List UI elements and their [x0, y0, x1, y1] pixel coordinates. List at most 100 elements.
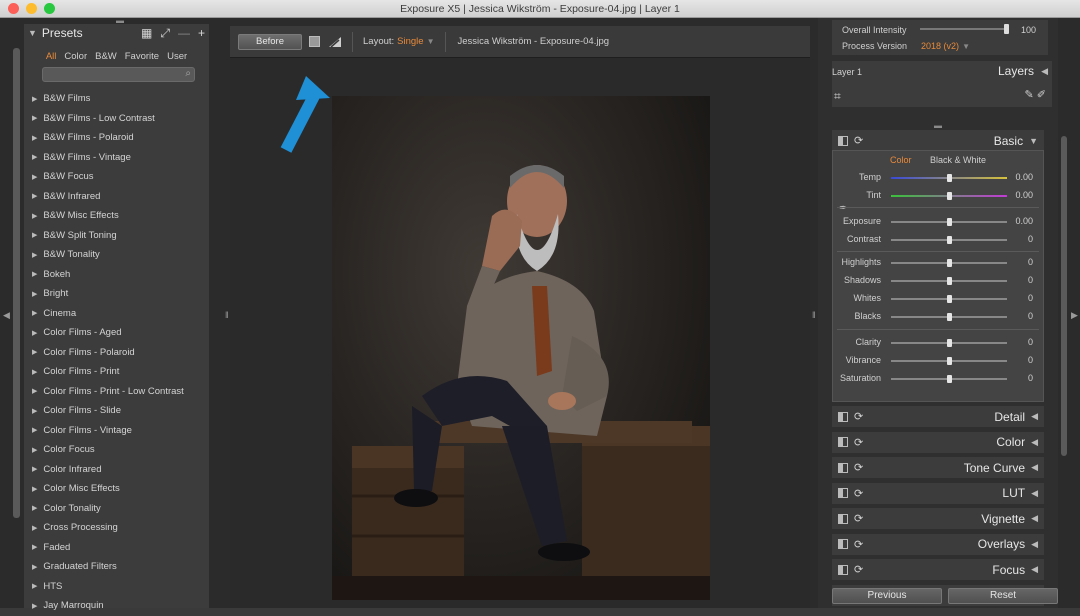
collapse-left-arrow-icon[interactable]: ◀: [3, 310, 10, 321]
expand-triangle-icon[interactable]: ▶: [32, 212, 37, 220]
filter-tab-bw[interactable]: B&W: [95, 51, 117, 62]
preset-group[interactable]: ▶ Color Tonality: [24, 499, 209, 519]
section-expand-icon[interactable]: ◀: [1031, 539, 1038, 550]
slider-value[interactable]: 0.00: [1015, 172, 1033, 182]
layout-dropdown-icon[interactable]: ▼: [427, 37, 435, 46]
slider-track[interactable]: [891, 192, 1007, 200]
crop-icon[interactable]: ⌗: [834, 89, 841, 104]
preset-group[interactable]: ▶ Color Infrared: [24, 460, 209, 480]
expand-triangle-icon[interactable]: ▶: [32, 348, 37, 356]
mask-overlay-toggle[interactable]: [309, 36, 320, 47]
slider-knob[interactable]: [946, 174, 952, 182]
expand-triangle-icon[interactable]: ▶: [32, 309, 37, 317]
preset-group[interactable]: ▶ B&W Films - Low Contrast: [24, 109, 209, 129]
expand-triangle-icon[interactable]: ▶: [32, 368, 37, 376]
expand-triangle-icon[interactable]: ▶: [32, 426, 37, 434]
preset-group[interactable]: ▶ HTS: [24, 577, 209, 597]
expand-triangle-icon[interactable]: ▶: [32, 387, 37, 395]
slider-knob[interactable]: [946, 259, 952, 267]
slider-knob[interactable]: [946, 295, 952, 303]
process-version-dropdown-icon[interactable]: ▼: [962, 42, 970, 51]
layout-select[interactable]: Single: [397, 36, 423, 47]
preset-group[interactable]: ▶ B&W Tonality: [24, 245, 209, 265]
before-after-icon[interactable]: [838, 462, 848, 473]
section-expand-icon[interactable]: ◀: [1031, 564, 1038, 575]
expand-triangle-icon[interactable]: ▶: [32, 543, 37, 551]
expand-icon[interactable]: ⤢: [160, 26, 170, 41]
expand-triangle-icon[interactable]: ▶: [32, 153, 37, 161]
brush-icon[interactable]: ✎: [1025, 89, 1034, 101]
slider-track[interactable]: [891, 236, 1007, 244]
layers-title[interactable]: Layers: [998, 64, 1034, 78]
preset-group[interactable]: ▶ B&W Misc Effects: [24, 206, 209, 226]
expand-triangle-icon[interactable]: ▶: [32, 95, 37, 103]
before-after-icon[interactable]: [838, 411, 848, 422]
slider-track[interactable]: [891, 277, 1007, 285]
before-button[interactable]: Before: [238, 33, 302, 50]
section-detail[interactable]: ⟳ Detail ◀: [832, 406, 1044, 427]
overall-intensity-knob[interactable]: [1004, 24, 1009, 34]
preset-group[interactable]: ▶ Color Films - Print: [24, 362, 209, 382]
section-expand-icon[interactable]: ◀: [1031, 488, 1038, 499]
preset-group[interactable]: ▶ Cinema: [24, 304, 209, 324]
reset-section-icon[interactable]: ⟳: [854, 512, 863, 525]
photo-preview[interactable]: [332, 96, 710, 600]
section-expand-icon[interactable]: ◀: [1031, 411, 1038, 422]
expand-triangle-icon[interactable]: ▶: [32, 329, 37, 337]
expand-triangle-icon[interactable]: ▶: [32, 270, 37, 278]
expand-triangle-icon[interactable]: ▶: [32, 582, 37, 590]
mode-color-tab[interactable]: Color: [890, 155, 912, 165]
section-lut[interactable]: ⟳ LUT ◀: [832, 482, 1044, 504]
slider-value[interactable]: 0: [1028, 337, 1033, 347]
section-expand-icon[interactable]: ◀: [1031, 437, 1038, 448]
adjustments-scrollbar[interactable]: [1061, 136, 1067, 456]
filter-tab-color[interactable]: Color: [64, 51, 87, 62]
slider-knob[interactable]: [946, 236, 952, 244]
section-color[interactable]: ⟳ Color ◀: [832, 431, 1044, 453]
remove-preset-icon[interactable]: —: [178, 26, 190, 40]
eyedropper-icon[interactable]: ✒: [839, 203, 847, 214]
before-after-icon[interactable]: [838, 488, 848, 498]
preset-group[interactable]: ▶ Color Films - Print - Low Contrast: [24, 382, 209, 402]
filter-tab-user[interactable]: User: [167, 51, 187, 62]
slider-knob[interactable]: [946, 192, 952, 200]
reset-button[interactable]: Reset: [948, 588, 1058, 604]
right-divider-handle[interactable]: ‖: [812, 310, 816, 320]
section-expand-icon[interactable]: ◀: [1031, 513, 1038, 524]
slider-track[interactable]: [891, 339, 1007, 347]
slider-track[interactable]: [891, 218, 1007, 226]
before-after-icon[interactable]: [838, 437, 848, 447]
slider-knob[interactable]: [946, 357, 952, 365]
expand-triangle-icon[interactable]: ▶: [32, 231, 37, 239]
slider-track[interactable]: [891, 259, 1007, 267]
expand-triangle-icon[interactable]: ▶: [32, 504, 37, 512]
preset-group[interactable]: ▶ Jay Marroquin: [24, 596, 209, 616]
expand-triangle-icon[interactable]: ▶: [32, 465, 37, 473]
preset-group[interactable]: ▶ B&W Films - Polaroid: [24, 128, 209, 148]
mode-bw-tab[interactable]: Black & White: [930, 155, 986, 165]
preset-group[interactable]: ▶ Color Films - Slide: [24, 401, 209, 421]
preset-group[interactable]: ▶ B&W Films - Vintage: [24, 148, 209, 168]
expand-triangle-icon[interactable]: ▶: [32, 134, 37, 142]
section-tone-curve[interactable]: ⟳ Tone Curve ◀: [832, 457, 1044, 478]
slider-knob[interactable]: [946, 277, 952, 285]
expand-triangle-icon[interactable]: ▶: [32, 602, 37, 610]
before-after-icon[interactable]: [838, 539, 848, 549]
section-vignette[interactable]: ⟳ Vignette ◀: [832, 508, 1044, 529]
slider-knob[interactable]: [946, 218, 952, 226]
expand-triangle-icon[interactable]: ▶: [32, 173, 37, 181]
slider-track[interactable]: [891, 357, 1007, 365]
filter-tab-favorite[interactable]: Favorite: [125, 51, 159, 62]
preset-group[interactable]: ▶ Bokeh: [24, 265, 209, 285]
expand-triangle-icon[interactable]: ▶: [32, 524, 37, 532]
preset-group[interactable]: ▶ Color Films - Aged: [24, 323, 209, 343]
preset-group[interactable]: ▶ Graduated Filters: [24, 557, 209, 577]
collapse-triangle-icon[interactable]: ▼: [28, 28, 37, 38]
preset-group[interactable]: ▶ Color Misc Effects: [24, 479, 209, 499]
expand-triangle-icon[interactable]: ▶: [32, 446, 37, 454]
slider-knob[interactable]: [946, 339, 952, 347]
slider-value[interactable]: 0: [1028, 257, 1033, 267]
preset-group[interactable]: ▶ B&W Split Toning: [24, 226, 209, 246]
reset-section-icon[interactable]: ⟳: [854, 436, 863, 449]
collapse-right-arrow-icon[interactable]: ▶: [1071, 310, 1078, 321]
